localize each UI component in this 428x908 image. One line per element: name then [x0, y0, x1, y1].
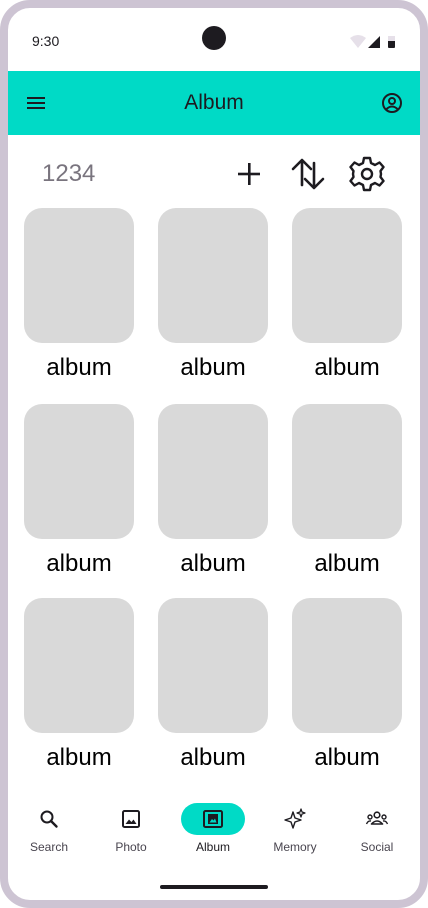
nav-label: Album: [195, 840, 230, 854]
nav-label: Search: [29, 840, 69, 854]
page-title: Album: [184, 91, 244, 114]
signal-icon: [368, 36, 380, 48]
nav-item-album[interactable]: Album: [172, 788, 254, 868]
album-thumbnail[interactable]: [292, 598, 402, 733]
status-icons: [350, 35, 395, 48]
album-label: album: [314, 744, 380, 771]
album-thumbnail[interactable]: [292, 208, 402, 343]
search-icon: [40, 810, 58, 828]
gear-icon[interactable]: [348, 155, 386, 193]
album-thumbnail[interactable]: [158, 598, 268, 733]
album-thumbnail[interactable]: [292, 404, 402, 539]
status-bar: 9:30: [8, 8, 420, 71]
swap-vertical-icon[interactable]: [289, 155, 327, 193]
nav-label: Memory: [273, 840, 317, 854]
album-label: album: [46, 550, 112, 577]
album-label: album: [180, 550, 246, 577]
groups-icon: [365, 811, 389, 825]
album-label: album: [46, 354, 112, 381]
album-label: album: [180, 744, 246, 771]
album-label: album: [314, 354, 380, 381]
image-icon: [122, 810, 140, 828]
gesture-handle[interactable]: [160, 885, 268, 889]
nav-item-search[interactable]: Search: [8, 788, 90, 868]
photo-album-icon: [203, 810, 223, 828]
album-thumbnail[interactable]: [24, 208, 134, 343]
sparkles-icon: [284, 808, 306, 829]
bottom-navigation: Search Photo Album Memory Social: [8, 788, 420, 868]
nav-item-social[interactable]: Social: [336, 788, 418, 868]
nav-label: Photo: [115, 840, 147, 854]
album-label: album: [46, 744, 112, 771]
account-circle-icon[interactable]: [380, 91, 404, 115]
nav-item-photo[interactable]: Photo: [90, 788, 172, 868]
wifi-icon: [350, 35, 366, 48]
device-frame: 9:30 Album 1234 album album album album …: [0, 0, 428, 908]
nav-item-memory[interactable]: Memory: [254, 788, 336, 868]
album-thumbnail[interactable]: [158, 404, 268, 539]
plus-icon[interactable]: [230, 155, 268, 193]
album-label: album: [180, 354, 246, 381]
status-time: 9:30: [32, 33, 60, 49]
camera-cutout: [202, 26, 226, 50]
top-app-bar: Album: [8, 71, 420, 135]
album-count: 1234: [42, 160, 96, 187]
album-thumbnail[interactable]: [158, 208, 268, 343]
album-thumbnail[interactable]: [24, 404, 134, 539]
nav-label: Social: [360, 840, 394, 854]
album-label: album: [314, 550, 380, 577]
album-thumbnail[interactable]: [24, 598, 134, 733]
